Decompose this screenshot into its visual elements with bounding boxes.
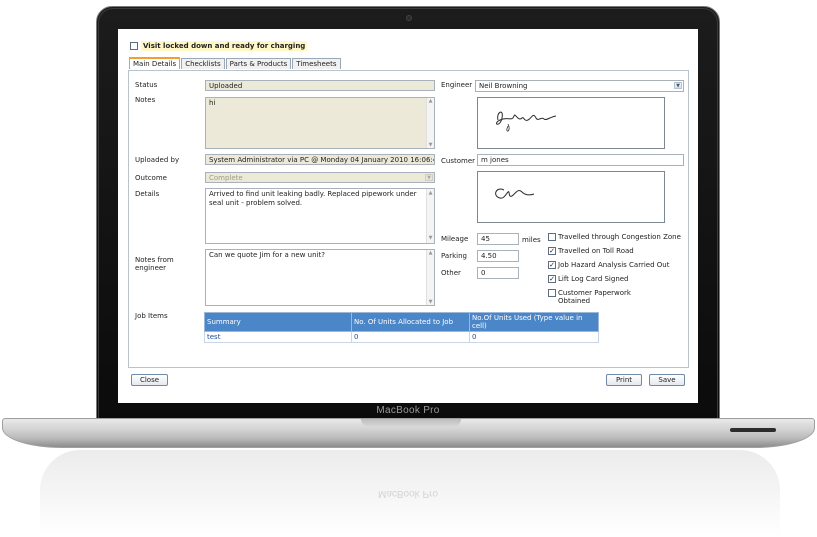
table-cell-allocated[interactable]: 0 xyxy=(351,331,470,343)
customer-label: Customer xyxy=(441,157,476,165)
notes-textarea[interactable]: hi ▲ ▼ xyxy=(205,97,435,149)
option-toll-road[interactable]: ✓ Travelled on Toll Road xyxy=(548,247,634,255)
laptop-opening-notch xyxy=(361,419,461,427)
option-checkbox[interactable]: ✓ xyxy=(548,247,556,255)
table-row[interactable]: test 0 0 xyxy=(204,331,599,343)
outcome-select[interactable]: Complete ▼ xyxy=(205,172,435,183)
option-hazard-analysis[interactable]: ✓ Job Hazard Analysis Carried Out xyxy=(548,261,669,269)
job-items-table: Summary No. Of Units Allocated to Job No… xyxy=(204,312,599,343)
notes-label: Notes xyxy=(135,96,156,104)
engineer-label: Engineer xyxy=(441,81,473,89)
laptop-slot xyxy=(730,428,776,432)
camera-icon xyxy=(406,15,412,21)
mileage-unit: miles xyxy=(522,236,541,244)
other-field[interactable]: 0 xyxy=(477,267,519,279)
laptop-brand-reflection: MacBook Pro xyxy=(377,488,439,499)
notes-text: hi xyxy=(209,99,216,107)
chevron-down-icon[interactable]: ▼ xyxy=(674,82,682,89)
option-label: Travelled through Congestion Zone xyxy=(558,233,681,241)
laptop-brand-label: MacBook Pro xyxy=(376,405,440,416)
save-button[interactable]: Save xyxy=(649,374,685,386)
notes-engineer-scrollbar[interactable]: ▲ ▼ xyxy=(426,250,434,305)
print-button[interactable]: Print xyxy=(606,374,642,386)
tab-parts-products[interactable]: Parts & Products xyxy=(225,58,292,69)
option-checkbox[interactable]: ✓ xyxy=(548,275,556,283)
table-header-row: Summary No. Of Units Allocated to Job No… xyxy=(204,312,599,332)
customer-signature-image xyxy=(495,188,535,199)
tab-main-details[interactable]: Main Details xyxy=(129,57,181,69)
option-label: Customer Paperwork Obtained xyxy=(558,289,631,305)
visit-locked-row[interactable]: Visit locked down and ready for charging xyxy=(130,41,308,51)
option-checkbox[interactable] xyxy=(548,233,556,241)
option-customer-paperwork[interactable]: Customer Paperwork Obtained xyxy=(548,289,648,305)
table-header-allocated: No. Of Units Allocated to Job xyxy=(351,312,470,332)
close-button[interactable]: Close xyxy=(131,374,168,386)
details-text: Arrived to find unit leaking badly. Repl… xyxy=(209,190,417,207)
engineer-signature-image xyxy=(496,111,557,132)
option-checkbox[interactable]: ✓ xyxy=(548,261,556,269)
parking-label: Parking xyxy=(441,252,467,260)
option-congestion-zone[interactable]: Travelled through Congestion Zone xyxy=(548,233,681,241)
details-label: Details xyxy=(135,190,160,198)
table-cell-used[interactable]: 0 xyxy=(469,331,599,343)
status-label: Status xyxy=(135,81,158,89)
mileage-field[interactable]: 45 xyxy=(477,233,519,245)
notes-engineer-text: Can we quote Jim for a new unit? xyxy=(209,251,325,259)
mileage-label: Mileage xyxy=(441,235,469,243)
job-items-label: Job Items xyxy=(135,312,168,320)
app-screen: Visit locked down and ready for charging… xyxy=(118,29,698,403)
details-scrollbar[interactable]: ▲ ▼ xyxy=(426,189,434,243)
engineer-value: Neil Browning xyxy=(479,82,528,90)
option-label: Lift Log Card Signed xyxy=(558,275,629,283)
option-label: Job Hazard Analysis Carried Out xyxy=(558,261,670,269)
outcome-value: Complete xyxy=(209,174,243,182)
notes-scrollbar[interactable]: ▲ ▼ xyxy=(426,98,434,148)
engineer-select[interactable]: Neil Browning ▼ xyxy=(475,80,684,92)
option-label: Travelled on Toll Road xyxy=(558,247,634,255)
table-header-used: No.Of Units Used (Type value in cell) xyxy=(469,312,599,332)
notes-engineer-textarea[interactable]: Can we quote Jim for a new unit? ▲ ▼ xyxy=(205,249,435,306)
table-cell-summary[interactable]: test xyxy=(204,331,352,343)
laptop-base xyxy=(2,418,815,448)
tab-checklists[interactable]: Checklists xyxy=(181,58,225,69)
visit-locked-label: Visit locked down and ready for charging xyxy=(141,41,308,51)
parking-field[interactable]: 4.50 xyxy=(477,250,519,262)
other-label: Other xyxy=(441,269,461,277)
customer-signature xyxy=(477,171,665,223)
visit-locked-checkbox[interactable] xyxy=(130,42,138,50)
tab-bar: Main Details Checklists Parts & Products… xyxy=(129,57,342,69)
engineer-signature xyxy=(477,97,665,149)
tab-timesheets[interactable]: Timesheets xyxy=(292,58,341,69)
option-checkbox[interactable] xyxy=(548,289,556,297)
option-lift-log-card[interactable]: ✓ Lift Log Card Signed xyxy=(548,275,629,283)
uploaded-by-field: System Administrator via PC @ Monday 04 … xyxy=(205,154,435,165)
outcome-label: Outcome xyxy=(135,174,167,182)
chevron-down-icon[interactable]: ▼ xyxy=(425,174,433,181)
details-textarea[interactable]: Arrived to find unit leaking badly. Repl… xyxy=(205,188,435,244)
customer-field[interactable]: m jones xyxy=(477,154,684,166)
status-field: Uploaded xyxy=(205,80,435,91)
notes-engineer-label: Notes from engineer xyxy=(135,256,174,272)
uploaded-by-label: Uploaded by xyxy=(135,156,180,164)
table-header-summary: Summary xyxy=(204,312,352,332)
